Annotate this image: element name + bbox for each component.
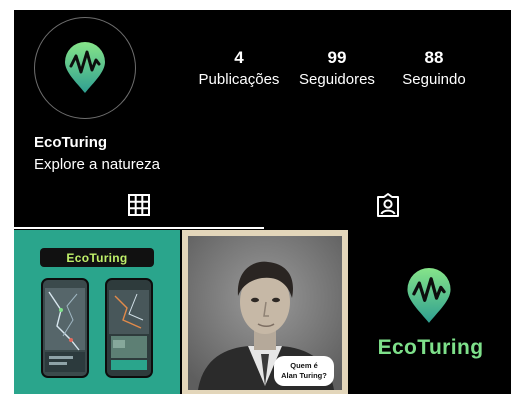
active-tab-indicator [14, 227, 264, 229]
profile-screen: 4 Publicações 99 Seguidores 88 Seguindo … [14, 10, 511, 394]
tab-tagged[interactable] [264, 182, 511, 228]
bubble-text-line2: Alan Turing? [281, 371, 327, 380]
stat-following[interactable]: 88 Seguindo [384, 48, 484, 90]
posts-grid: EcoTuring Quem é Alan Turing? EcoTuring [14, 230, 511, 394]
post-brand-label: EcoTuring [40, 248, 154, 267]
phone-mockup-map-icon [41, 278, 89, 378]
stat-followers-label: Seguidores [299, 71, 375, 88]
post-brand-wordmark: EcoTuring [377, 336, 484, 359]
bubble-text-line1: Quem é [290, 361, 318, 370]
profile-tabs [14, 182, 511, 230]
grid-icon [128, 194, 150, 216]
stat-followers[interactable]: 99 Seguidores [287, 48, 387, 90]
question-speech-bubble: Quem é Alan Turing? [274, 356, 334, 386]
phone-mockup-map-detail-icon [105, 278, 153, 378]
stat-followers-count: 99 [327, 48, 347, 67]
stat-following-label: Seguindo [402, 71, 466, 88]
stat-posts-label: Publicações [198, 71, 280, 88]
tab-posts-grid[interactable] [14, 182, 264, 228]
tagged-person-icon [376, 193, 399, 217]
stat-posts-count: 4 [234, 48, 244, 67]
stat-posts[interactable]: 4 Publicações [189, 48, 289, 90]
ecoturing-logo-icon [407, 268, 451, 323]
profile-name: EcoTuring [34, 134, 108, 151]
stat-following-count: 88 [424, 48, 444, 67]
post-thumbnail-app-screens[interactable]: EcoTuring [14, 230, 180, 394]
profile-bio: Explore a natureza [34, 156, 160, 173]
ecoturing-logo-icon [65, 42, 105, 93]
post-thumbnail-alan-turing[interactable]: Quem é Alan Turing? [182, 230, 348, 394]
avatar[interactable] [34, 17, 136, 119]
post-thumbnail-brand-logo[interactable]: EcoTuring [350, 230, 511, 394]
